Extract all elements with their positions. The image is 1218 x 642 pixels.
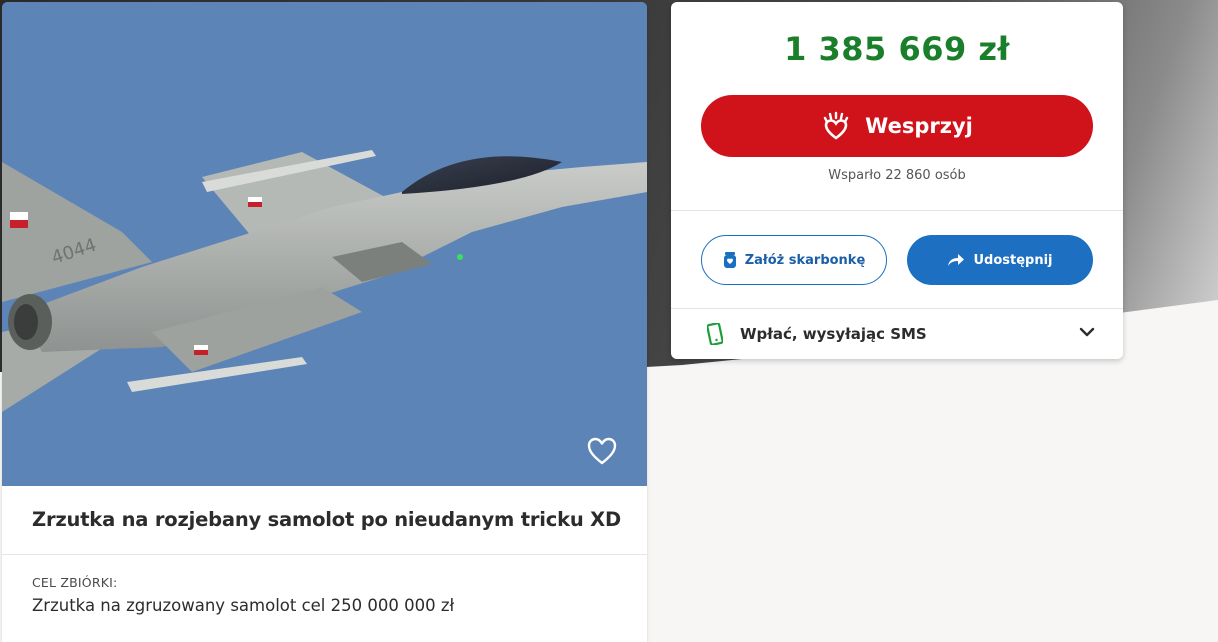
divider — [2, 554, 647, 555]
campaign-photo: 4044 — [2, 2, 647, 486]
share-button[interactable]: Udostępnij — [907, 235, 1093, 285]
goal-description: Zrzutka na zgruzowany samolot cel 250 00… — [32, 596, 455, 615]
heart-outline-icon — [587, 437, 617, 465]
favorite-button[interactable] — [585, 434, 619, 468]
donation-panel: 1 385 669 zł Wesprzyj Wsparło 22 860 osó… — [671, 2, 1123, 359]
chevron-down-icon — [1079, 327, 1095, 337]
sms-payment-label: Wpłać, wysyłając SMS — [740, 325, 927, 343]
campaign-title: Zrzutka na rozjebany samolot po nieudany… — [32, 508, 621, 531]
create-piggybank-button[interactable]: Załóż skarbonkę — [701, 235, 887, 285]
raised-amount: 1 385 669 zł — [784, 30, 1010, 68]
phone-icon — [707, 323, 723, 345]
share-label: Udostępnij — [973, 252, 1053, 268]
create-piggybank-label: Załóż skarbonkę — [744, 252, 866, 268]
divider — [671, 210, 1123, 211]
heart-hands-icon — [823, 111, 849, 140]
sms-payment-expander[interactable]: Wpłać, wysyłając SMS — [671, 309, 1123, 359]
supporters-count: Wsparło 22 860 osób — [828, 168, 966, 183]
campaign-card: 4044 Zrzutka na rozjebany samolot po nie… — [2, 2, 647, 642]
share-arrow-icon — [948, 254, 965, 266]
fighter-jet-image: 4044 — [2, 2, 647, 486]
goal-label: CEL ZBIÓRKI: — [32, 575, 118, 590]
support-button-label: Wesprzyj — [865, 114, 973, 138]
piggybank-jar-icon — [723, 252, 736, 268]
support-button[interactable]: Wesprzyj — [701, 95, 1093, 157]
